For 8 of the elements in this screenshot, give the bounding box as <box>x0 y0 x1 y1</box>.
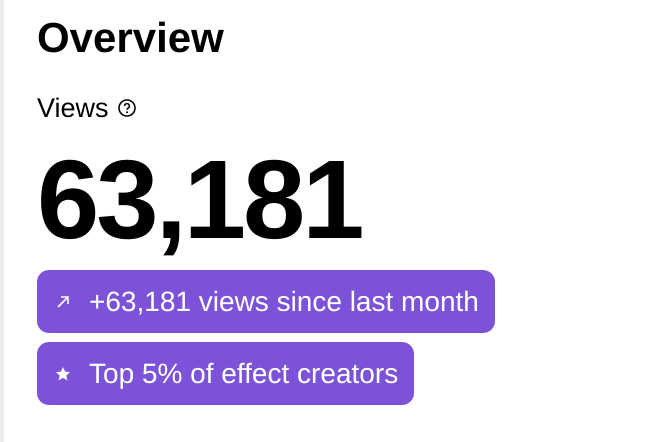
metric-value: 63,181 <box>37 144 362 256</box>
badge-text: Top 5% of effect creators <box>89 356 398 391</box>
help-icon[interactable] <box>116 98 137 118</box>
metric-label: Views <box>37 92 109 124</box>
page-title: Overview <box>37 13 224 63</box>
star-icon <box>55 366 71 382</box>
badge-text: +63,181 views since last month <box>89 284 479 318</box>
arrow-icon <box>55 294 71 310</box>
